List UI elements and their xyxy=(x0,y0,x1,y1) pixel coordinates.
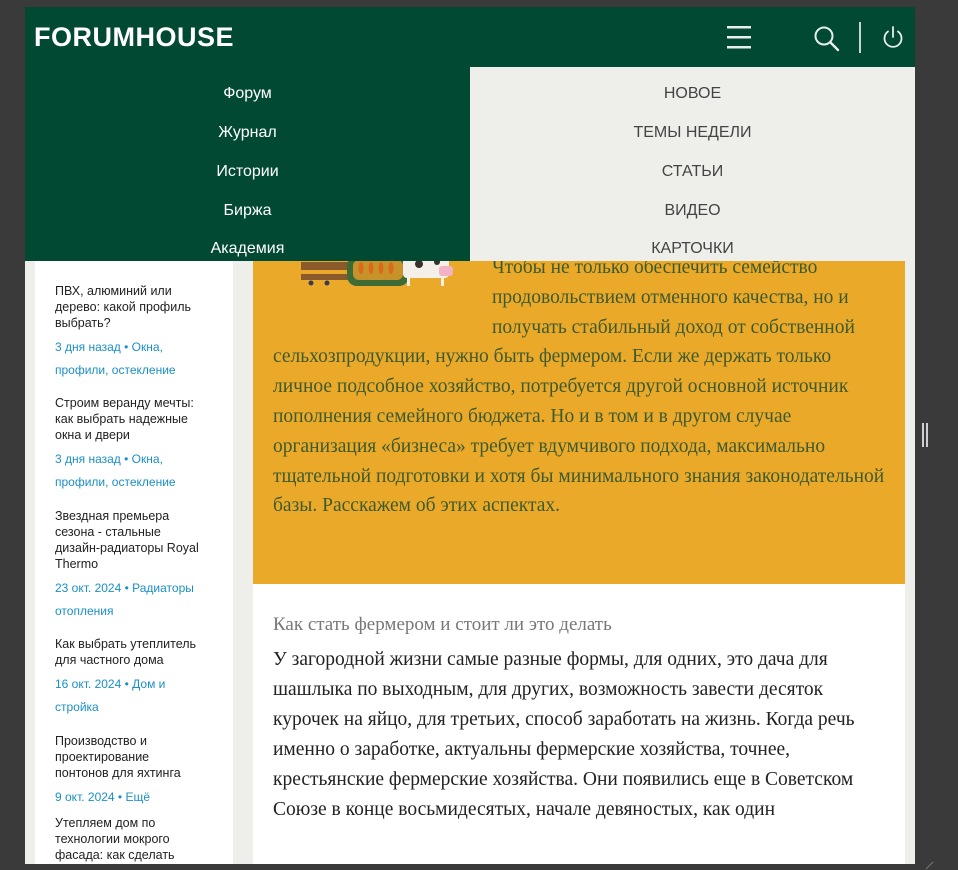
sidebar-article-list: ПВХ, алюминий или дерево: какой профиль … xyxy=(35,261,233,864)
top-navigation-bar: FORUMHOUSE xyxy=(25,7,915,67)
sidebar-article-meta[interactable]: 3 дня назад • Окна, профили, остекление xyxy=(55,336,205,382)
search-icon[interactable] xyxy=(813,25,841,53)
nav-item-video[interactable]: ВИДЕО xyxy=(470,202,915,220)
sidebar-article-item[interactable]: Утепляем дом по технологии мокрого фасад… xyxy=(55,815,205,863)
sidebar-article-item[interactable]: Строим веранду мечты: как выбрать надежн… xyxy=(55,395,205,494)
nav-item-new[interactable]: НОВОЕ xyxy=(470,85,915,103)
sidebar-article-item[interactable]: Производство и проектирование понтонов д… xyxy=(55,733,205,809)
sidebar-article-item[interactable]: Звездная премьера сезона - стальные диза… xyxy=(55,508,205,623)
article-main: Чтобы не только обеспечить семейство про… xyxy=(253,261,905,864)
nav-sections-list: Форум Журнал Истории Биржа Академия xyxy=(25,67,470,261)
corner-resize-icon[interactable] xyxy=(924,860,934,870)
nav-item-cards[interactable]: КАРТОЧКИ xyxy=(470,240,915,258)
sidebar-article-meta[interactable]: 9 окт. 2024 • Ещё xyxy=(55,786,205,809)
sidebar-article-title[interactable]: ПВХ, алюминий или дерево: какой профиль … xyxy=(55,283,205,331)
sidebar-article-title[interactable]: Производство и проектирование понтонов д… xyxy=(55,733,205,781)
sidebar-article-meta[interactable]: 16 окт. 2024 • Дом и стройка xyxy=(55,673,205,719)
nav-item-academy[interactable]: Академия xyxy=(25,240,470,258)
sidebar-article-item[interactable]: Как выбрать утеплитель для частного дома… xyxy=(55,636,205,719)
nav-item-topics-of-week[interactable]: ТЕМЫ НЕДЕЛИ xyxy=(470,124,915,142)
nav-item-exchange[interactable]: Биржа xyxy=(25,202,470,220)
power-icon[interactable] xyxy=(880,25,906,51)
article-intro-block: Чтобы не только обеспечить семейство про… xyxy=(253,261,905,584)
resize-handle-icon[interactable] xyxy=(921,423,930,447)
article-intro-text: Чтобы не только обеспечить семейство про… xyxy=(273,261,885,517)
article-body-text: У загородной жизни самые разные формы, д… xyxy=(273,649,855,820)
nav-item-forum[interactable]: Форум xyxy=(25,85,470,103)
sidebar-article-meta[interactable]: 3 дня назад • Окна, профили, остекление xyxy=(55,448,205,494)
nav-item-articles[interactable]: СТАТЬИ xyxy=(470,163,915,181)
header-divider xyxy=(859,22,861,53)
nav-item-stories[interactable]: Истории xyxy=(25,163,470,181)
sidebar-article-title[interactable]: Утепляем дом по технологии мокрого фасад… xyxy=(55,815,205,863)
section-heading: Как стать фермером и стоит ли это делать xyxy=(273,614,612,635)
page-viewport: FORUMHOUSE Форум Журнал Истории Биржа Ак… xyxy=(25,7,915,864)
menu-icon[interactable] xyxy=(725,24,757,52)
nav-content-list: НОВОЕ ТЕМЫ НЕДЕЛИ СТАТЬИ ВИДЕО КАРТОЧКИ xyxy=(470,67,915,261)
main-menu-dropdown: Форум Журнал Истории Биржа Академия НОВО… xyxy=(25,67,915,261)
sidebar-article-title[interactable]: Строим веранду мечты: как выбрать надежн… xyxy=(55,395,205,443)
sidebar-article-title[interactable]: Звездная премьера сезона - стальные диза… xyxy=(55,508,205,572)
site-logo[interactable]: FORUMHOUSE xyxy=(34,22,234,53)
sidebar-article-title[interactable]: Как выбрать утеплитель для частного дома xyxy=(55,636,205,668)
nav-item-journal[interactable]: Журнал xyxy=(25,124,470,142)
sidebar-article-meta[interactable]: 23 окт. 2024 • Радиаторы отопления xyxy=(55,577,205,623)
sidebar-article-item[interactable]: ПВХ, алюминий или дерево: какой профиль … xyxy=(55,283,205,382)
